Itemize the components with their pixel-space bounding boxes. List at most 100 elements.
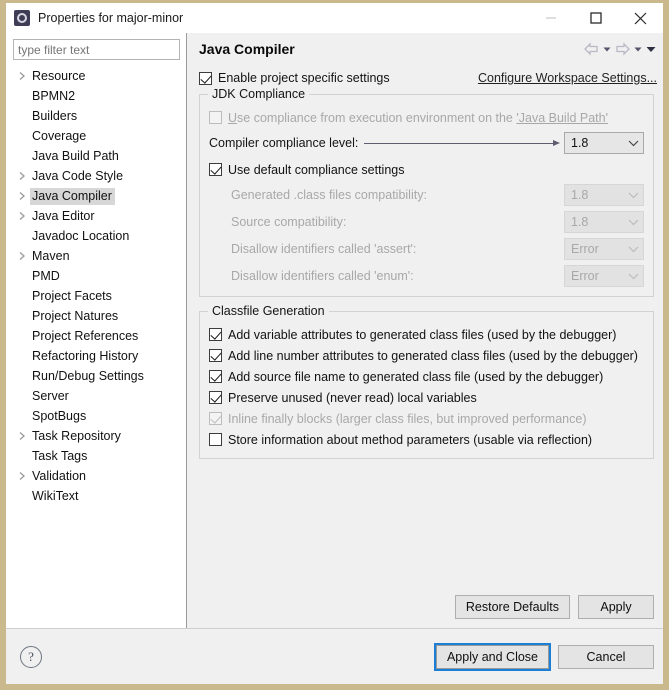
expand-chevron-right-icon[interactable] bbox=[14, 251, 30, 261]
jdk-field-select[interactable]: Error bbox=[564, 238, 644, 260]
sidebar-item-java-code-style[interactable]: Java Code Style bbox=[6, 166, 186, 186]
use-execution-env-text: se compliance from execution environment… bbox=[237, 111, 516, 125]
sidebar-item-run-debug-settings[interactable]: Run/Debug Settings bbox=[6, 366, 186, 386]
help-icon[interactable]: ? bbox=[20, 646, 42, 668]
sidebar-item-project-references[interactable]: Project References bbox=[6, 326, 186, 346]
classfile-option-checkbox[interactable] bbox=[209, 433, 222, 446]
enable-project-specific-label: Enable project specific settings bbox=[218, 71, 390, 85]
chevron-down-icon bbox=[628, 245, 639, 253]
maximize-icon[interactable] bbox=[573, 3, 618, 33]
sidebar-item-pmd[interactable]: PMD bbox=[6, 266, 186, 286]
back-arrow-icon[interactable] bbox=[583, 42, 600, 56]
search-input[interactable] bbox=[13, 39, 180, 60]
classfile-option-checkbox[interactable] bbox=[209, 370, 222, 383]
expand-chevron-right-icon[interactable] bbox=[14, 211, 30, 221]
classfile-option-checkbox[interactable] bbox=[209, 328, 222, 341]
jdk-field-select[interactable]: Error bbox=[564, 265, 644, 287]
sidebar-item-maven[interactable]: Maven bbox=[6, 246, 186, 266]
sidebar-item-label: Task Repository bbox=[30, 428, 124, 445]
back-chevron-down-icon[interactable] bbox=[602, 44, 612, 54]
use-default-compliance-label: Use default compliance settings bbox=[228, 163, 404, 177]
sidebar-item-refactoring-history[interactable]: Refactoring History bbox=[6, 346, 186, 366]
forward-arrow-icon[interactable] bbox=[614, 42, 631, 56]
expand-chevron-right-icon[interactable] bbox=[14, 71, 30, 81]
sidebar-item-coverage[interactable]: Coverage bbox=[6, 126, 186, 146]
sidebar-item-label: Java Code Style bbox=[30, 168, 126, 185]
view-menu-chevron-down-icon[interactable] bbox=[645, 43, 657, 55]
use-execution-environment-checkbox[interactable] bbox=[209, 111, 222, 124]
sidebar-item-java-build-path[interactable]: Java Build Path bbox=[6, 146, 186, 166]
sidebar-item-wikitext[interactable]: WikiText bbox=[6, 486, 186, 506]
window-title: Properties for major-minor bbox=[38, 11, 183, 25]
sidebar-item-builders[interactable]: Builders bbox=[6, 106, 186, 126]
expand-chevron-right-icon[interactable] bbox=[14, 171, 30, 181]
sidebar-item-label: Task Tags bbox=[30, 448, 90, 465]
classfile-option-row: Add variable attributes to generated cla… bbox=[209, 324, 644, 345]
chevron-down-icon bbox=[628, 218, 639, 226]
forward-chevron-down-icon[interactable] bbox=[633, 44, 643, 54]
sidebar-item-label: Project Facets bbox=[30, 288, 115, 305]
sidebar-item-java-compiler[interactable]: Java Compiler bbox=[6, 186, 186, 206]
sidebar-item-label: Java Build Path bbox=[30, 148, 122, 165]
classfile-option-checkbox[interactable] bbox=[209, 349, 222, 362]
apply-button[interactable]: Apply bbox=[578, 595, 654, 619]
sidebar-item-project-natures[interactable]: Project Natures bbox=[6, 306, 186, 326]
jdk-compliance-group: JDK Compliance Use compliance from execu… bbox=[199, 94, 654, 297]
sidebar-item-resource[interactable]: Resource bbox=[6, 66, 186, 86]
enable-project-specific-checkbox[interactable] bbox=[199, 72, 212, 85]
classfile-option-label: Preserve unused (never read) local varia… bbox=[228, 391, 477, 405]
jdk-field-value: Error bbox=[571, 242, 628, 256]
sidebar-item-task-tags[interactable]: Task Tags bbox=[6, 446, 186, 466]
apply-bar: Restore Defaults Apply bbox=[455, 595, 654, 619]
jdk-field-row: Generated .class files compatibility:1.8 bbox=[209, 183, 644, 207]
classfile-generation-group: Classfile Generation Add variable attrib… bbox=[199, 311, 654, 459]
classfile-option-checkbox[interactable] bbox=[209, 412, 222, 425]
sidebar-item-spotbugs[interactable]: SpotBugs bbox=[6, 406, 186, 426]
gear-icon bbox=[14, 10, 30, 26]
sidebar-item-task-repository[interactable]: Task Repository bbox=[6, 426, 186, 446]
compiler-compliance-level-select[interactable]: 1.8 bbox=[564, 132, 644, 154]
sidebar-item-label: Server bbox=[30, 388, 72, 405]
compiler-compliance-level-row: Compiler compliance level: 1.8 bbox=[209, 131, 644, 155]
sidebar-item-label: Coverage bbox=[30, 128, 89, 145]
minimize-icon[interactable] bbox=[528, 3, 573, 33]
sidebar-item-label: WikiText bbox=[30, 488, 82, 505]
sidebar-item-project-facets[interactable]: Project Facets bbox=[6, 286, 186, 306]
jdk-field-select[interactable]: 1.8 bbox=[564, 184, 644, 206]
sidebar-item-javadoc-location[interactable]: Javadoc Location bbox=[6, 226, 186, 246]
chevron-down-icon bbox=[628, 191, 639, 199]
expand-chevron-right-icon[interactable] bbox=[14, 431, 30, 441]
sidebar-item-validation[interactable]: Validation bbox=[6, 466, 186, 486]
apply-and-close-button[interactable]: Apply and Close bbox=[436, 645, 549, 669]
dialog-body: ResourceBPMN2 Builders Coverage Java Build … bbox=[6, 33, 663, 628]
classfile-option-checkbox[interactable] bbox=[209, 391, 222, 404]
classfile-option-row: Store information about method parameter… bbox=[209, 429, 644, 450]
sidebar-item-server[interactable]: Server bbox=[6, 386, 186, 406]
jdk-field-row: Source compatibility:1.8 bbox=[209, 210, 644, 234]
restore-defaults-button[interactable]: Restore Defaults bbox=[455, 595, 570, 619]
classfile-option-label: Add variable attributes to generated cla… bbox=[228, 328, 616, 342]
jdk-field-select[interactable]: 1.8 bbox=[564, 211, 644, 233]
dialog-footer: ? Apply and Close Cancel bbox=[6, 628, 663, 684]
leader-line bbox=[364, 143, 560, 144]
sidebar-item-label: Resource bbox=[30, 68, 89, 85]
close-icon[interactable] bbox=[618, 3, 663, 33]
cancel-button[interactable]: Cancel bbox=[558, 645, 654, 669]
sidebar-item-label: Refactoring History bbox=[30, 348, 141, 365]
title-bar: Properties for major-minor bbox=[6, 3, 663, 33]
sidebar-item-label: Builders bbox=[30, 108, 80, 125]
settings-content: Enable project specific settings Configu… bbox=[187, 65, 663, 628]
compiler-compliance-level-label: Compiler compliance level: bbox=[209, 136, 358, 150]
expand-chevron-right-icon[interactable] bbox=[14, 191, 30, 201]
use-default-compliance-checkbox[interactable] bbox=[209, 163, 222, 176]
jdk-field-value: 1.8 bbox=[571, 188, 628, 202]
jdk-field-label: Disallow identifiers called 'enum': bbox=[231, 269, 414, 283]
configure-workspace-settings-link[interactable]: Configure Workspace Settings... bbox=[478, 71, 657, 85]
sidebar-item-java-editor[interactable]: Java Editor bbox=[6, 206, 186, 226]
java-build-path-link[interactable]: 'Java Build Path' bbox=[516, 111, 608, 125]
compiler-compliance-level-value: 1.8 bbox=[571, 136, 628, 150]
classfile-option-label: Inline finally blocks (larger class file… bbox=[228, 412, 586, 426]
sidebar-item-label: Javadoc Location bbox=[30, 228, 132, 245]
sidebar-item-bpmn2[interactable]: BPMN2 bbox=[6, 86, 186, 106]
expand-chevron-right-icon[interactable] bbox=[14, 471, 30, 481]
